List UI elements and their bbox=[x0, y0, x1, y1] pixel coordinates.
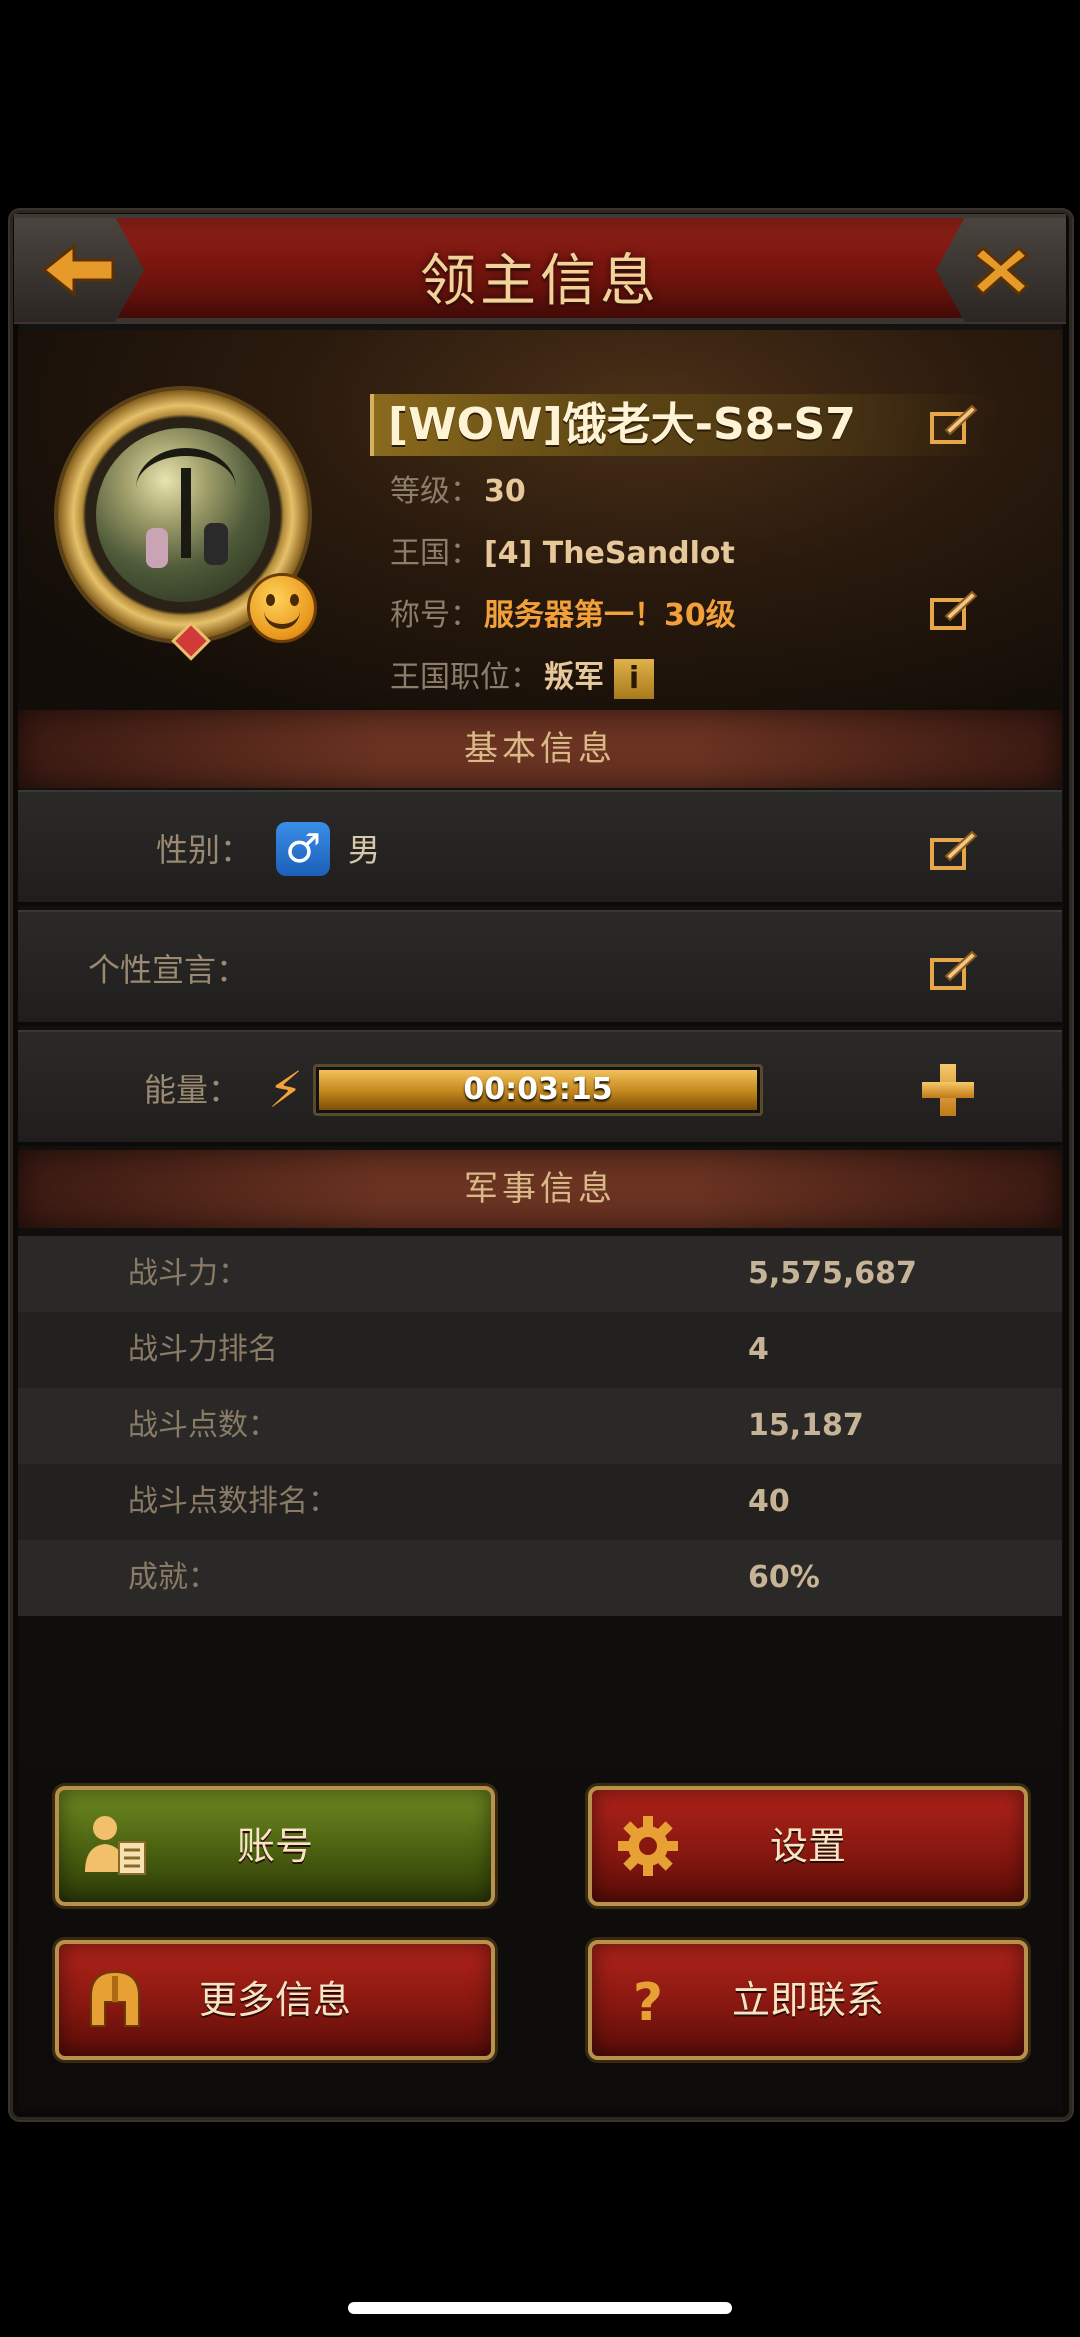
stat-label: 战斗点数排名： bbox=[128, 1484, 338, 1519]
energy-label: 能量： bbox=[144, 1071, 241, 1109]
player-name: [WOW]饿老大-S8-S7 bbox=[388, 399, 856, 450]
stat-row: 战斗力排名 4 bbox=[18, 1312, 1062, 1388]
contact-label: 立即联系 bbox=[731, 1978, 884, 2022]
edit-motto-icon[interactable] bbox=[928, 948, 978, 992]
kingdom-row: 王国： [4] TheSandlot bbox=[390, 534, 735, 574]
gender-label: 性别： bbox=[156, 831, 253, 869]
more-info-button[interactable]: 更多信息 bbox=[55, 1940, 495, 2060]
title-value: 服务器第一！30级 bbox=[484, 598, 736, 633]
title-bar: 领主信息 bbox=[14, 214, 1066, 324]
stat-value: 40 bbox=[748, 1484, 790, 1519]
position-value: 叛军 bbox=[544, 660, 604, 695]
stat-value: 60% bbox=[748, 1560, 820, 1595]
edit-title-icon[interactable] bbox=[928, 588, 978, 632]
more-info-label: 更多信息 bbox=[198, 1978, 351, 2022]
stat-label: 战斗力： bbox=[128, 1256, 248, 1291]
info-icon[interactable]: i bbox=[614, 658, 654, 699]
page-title: 领主信息 bbox=[420, 249, 660, 314]
stat-row: 战斗点数： 15,187 bbox=[18, 1388, 1062, 1464]
edit-icon[interactable] bbox=[928, 402, 978, 446]
stat-row: 战斗点数排名： 40 bbox=[18, 1464, 1062, 1540]
avatar-photo bbox=[96, 428, 270, 602]
lightning-icon: ⚡ bbox=[268, 1061, 304, 1119]
settings-button[interactable]: 设置 bbox=[588, 1786, 1028, 1906]
home-indicator[interactable] bbox=[348, 2302, 732, 2314]
profile-section: [WOW]饿老大-S8-S7 等级： 30 王国： [4] TheSandlot 称… bbox=[18, 330, 1062, 710]
stat-label: 战斗力排名 bbox=[128, 1332, 278, 1367]
basic-info-header: 基本信息 bbox=[18, 710, 1062, 788]
stat-label: 成就： bbox=[128, 1560, 218, 1595]
gender-value: 男 bbox=[348, 831, 381, 869]
gender-row: 性别： ♂ 男 bbox=[18, 790, 1062, 906]
motto-row: 个性宣言： bbox=[18, 910, 1062, 1026]
smile-emote-icon[interactable] bbox=[250, 576, 314, 640]
level-label: 等级： bbox=[390, 474, 480, 509]
title-row: 称号： 服务器第一！30级 bbox=[390, 596, 736, 636]
stat-value: 5,575,687 bbox=[748, 1256, 917, 1291]
position-label: 王国职位： bbox=[390, 660, 540, 695]
contact-button[interactable]: ? 立即联系 bbox=[588, 1940, 1028, 2060]
title-label: 称号： bbox=[390, 598, 480, 633]
stat-label: 战斗点数： bbox=[128, 1408, 278, 1443]
edit-gender-icon[interactable] bbox=[928, 828, 978, 872]
kingdom-value: [4] TheSandlot bbox=[484, 536, 735, 571]
level-value: 30 bbox=[484, 474, 526, 509]
energy-bar: 00:03:15 bbox=[313, 1064, 763, 1116]
energy-timer: 00:03:15 bbox=[463, 1072, 613, 1107]
account-button[interactable]: 账号 bbox=[55, 1786, 495, 1906]
stat-row: 成就： 60% bbox=[18, 1540, 1062, 1616]
motto-label: 个性宣言： bbox=[88, 951, 249, 989]
male-icon: ♂ bbox=[276, 822, 330, 876]
position-row: 王国职位： 叛军 i bbox=[390, 658, 654, 699]
stat-value: 4 bbox=[748, 1332, 769, 1367]
military-info-header: 军事信息 bbox=[18, 1150, 1062, 1228]
kingdom-label: 王国： bbox=[390, 536, 480, 571]
energy-row: 能量： ⚡ 00:03:15 bbox=[18, 1030, 1062, 1146]
stat-value: 15,187 bbox=[748, 1408, 864, 1443]
account-label: 账号 bbox=[236, 1824, 313, 1868]
close-icon bbox=[972, 245, 1030, 297]
stat-row: 战斗力： 5,575,687 bbox=[18, 1236, 1062, 1312]
level-row: 等级： 30 bbox=[390, 472, 526, 512]
settings-label: 设置 bbox=[769, 1824, 846, 1868]
plus-icon[interactable] bbox=[922, 1064, 974, 1116]
